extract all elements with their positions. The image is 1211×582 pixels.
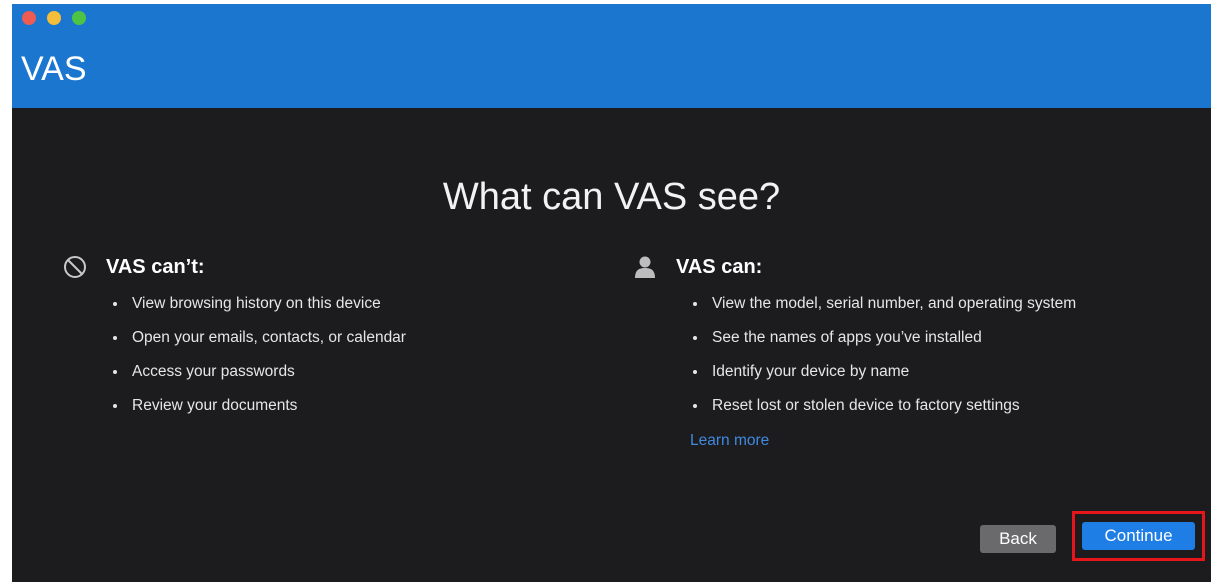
minimize-window-button[interactable] — [47, 11, 61, 25]
page-title: What can VAS see? — [442, 176, 781, 218]
list-item: View browsing history on this device — [110, 294, 582, 314]
close-window-button[interactable] — [22, 11, 36, 25]
zoom-window-button[interactable] — [72, 11, 86, 25]
list-item: Reset lost or stolen device to factory s… — [690, 396, 1192, 416]
list-item: See the names of apps you’ve installed — [690, 328, 1192, 348]
list-item: Access your passwords — [110, 362, 582, 382]
learn-more-link[interactable]: Learn more — [690, 432, 769, 450]
person-icon — [632, 254, 658, 280]
can-section: VAS can: View the model, serial number, … — [632, 252, 1192, 450]
app-window: VAS What can VAS see? VAS can’t: View br… — [12, 4, 1211, 582]
prohibited-icon — [62, 254, 88, 280]
cannot-section: VAS can’t: View browsing history on this… — [62, 252, 582, 430]
app-title: VAS — [21, 50, 87, 88]
can-header: VAS can: — [632, 252, 1192, 282]
cannot-header: VAS can’t: — [62, 252, 582, 282]
list-item: Open your emails, contacts, or calendar — [110, 328, 582, 348]
can-list: View the model, serial number, and opera… — [632, 294, 1192, 416]
back-button[interactable]: Back — [980, 525, 1056, 553]
list-item: Identify your device by name — [690, 362, 1192, 382]
cannot-list: View browsing history on this device Ope… — [62, 294, 582, 416]
continue-highlight: Continue — [1072, 511, 1205, 561]
title-bar: VAS — [12, 4, 1211, 108]
can-heading: VAS can: — [676, 255, 763, 278]
continue-button[interactable]: Continue — [1082, 522, 1195, 550]
list-item: View the model, serial number, and opera… — [690, 294, 1192, 314]
cannot-heading: VAS can’t: — [106, 255, 205, 278]
list-item: Review your documents — [110, 396, 582, 416]
